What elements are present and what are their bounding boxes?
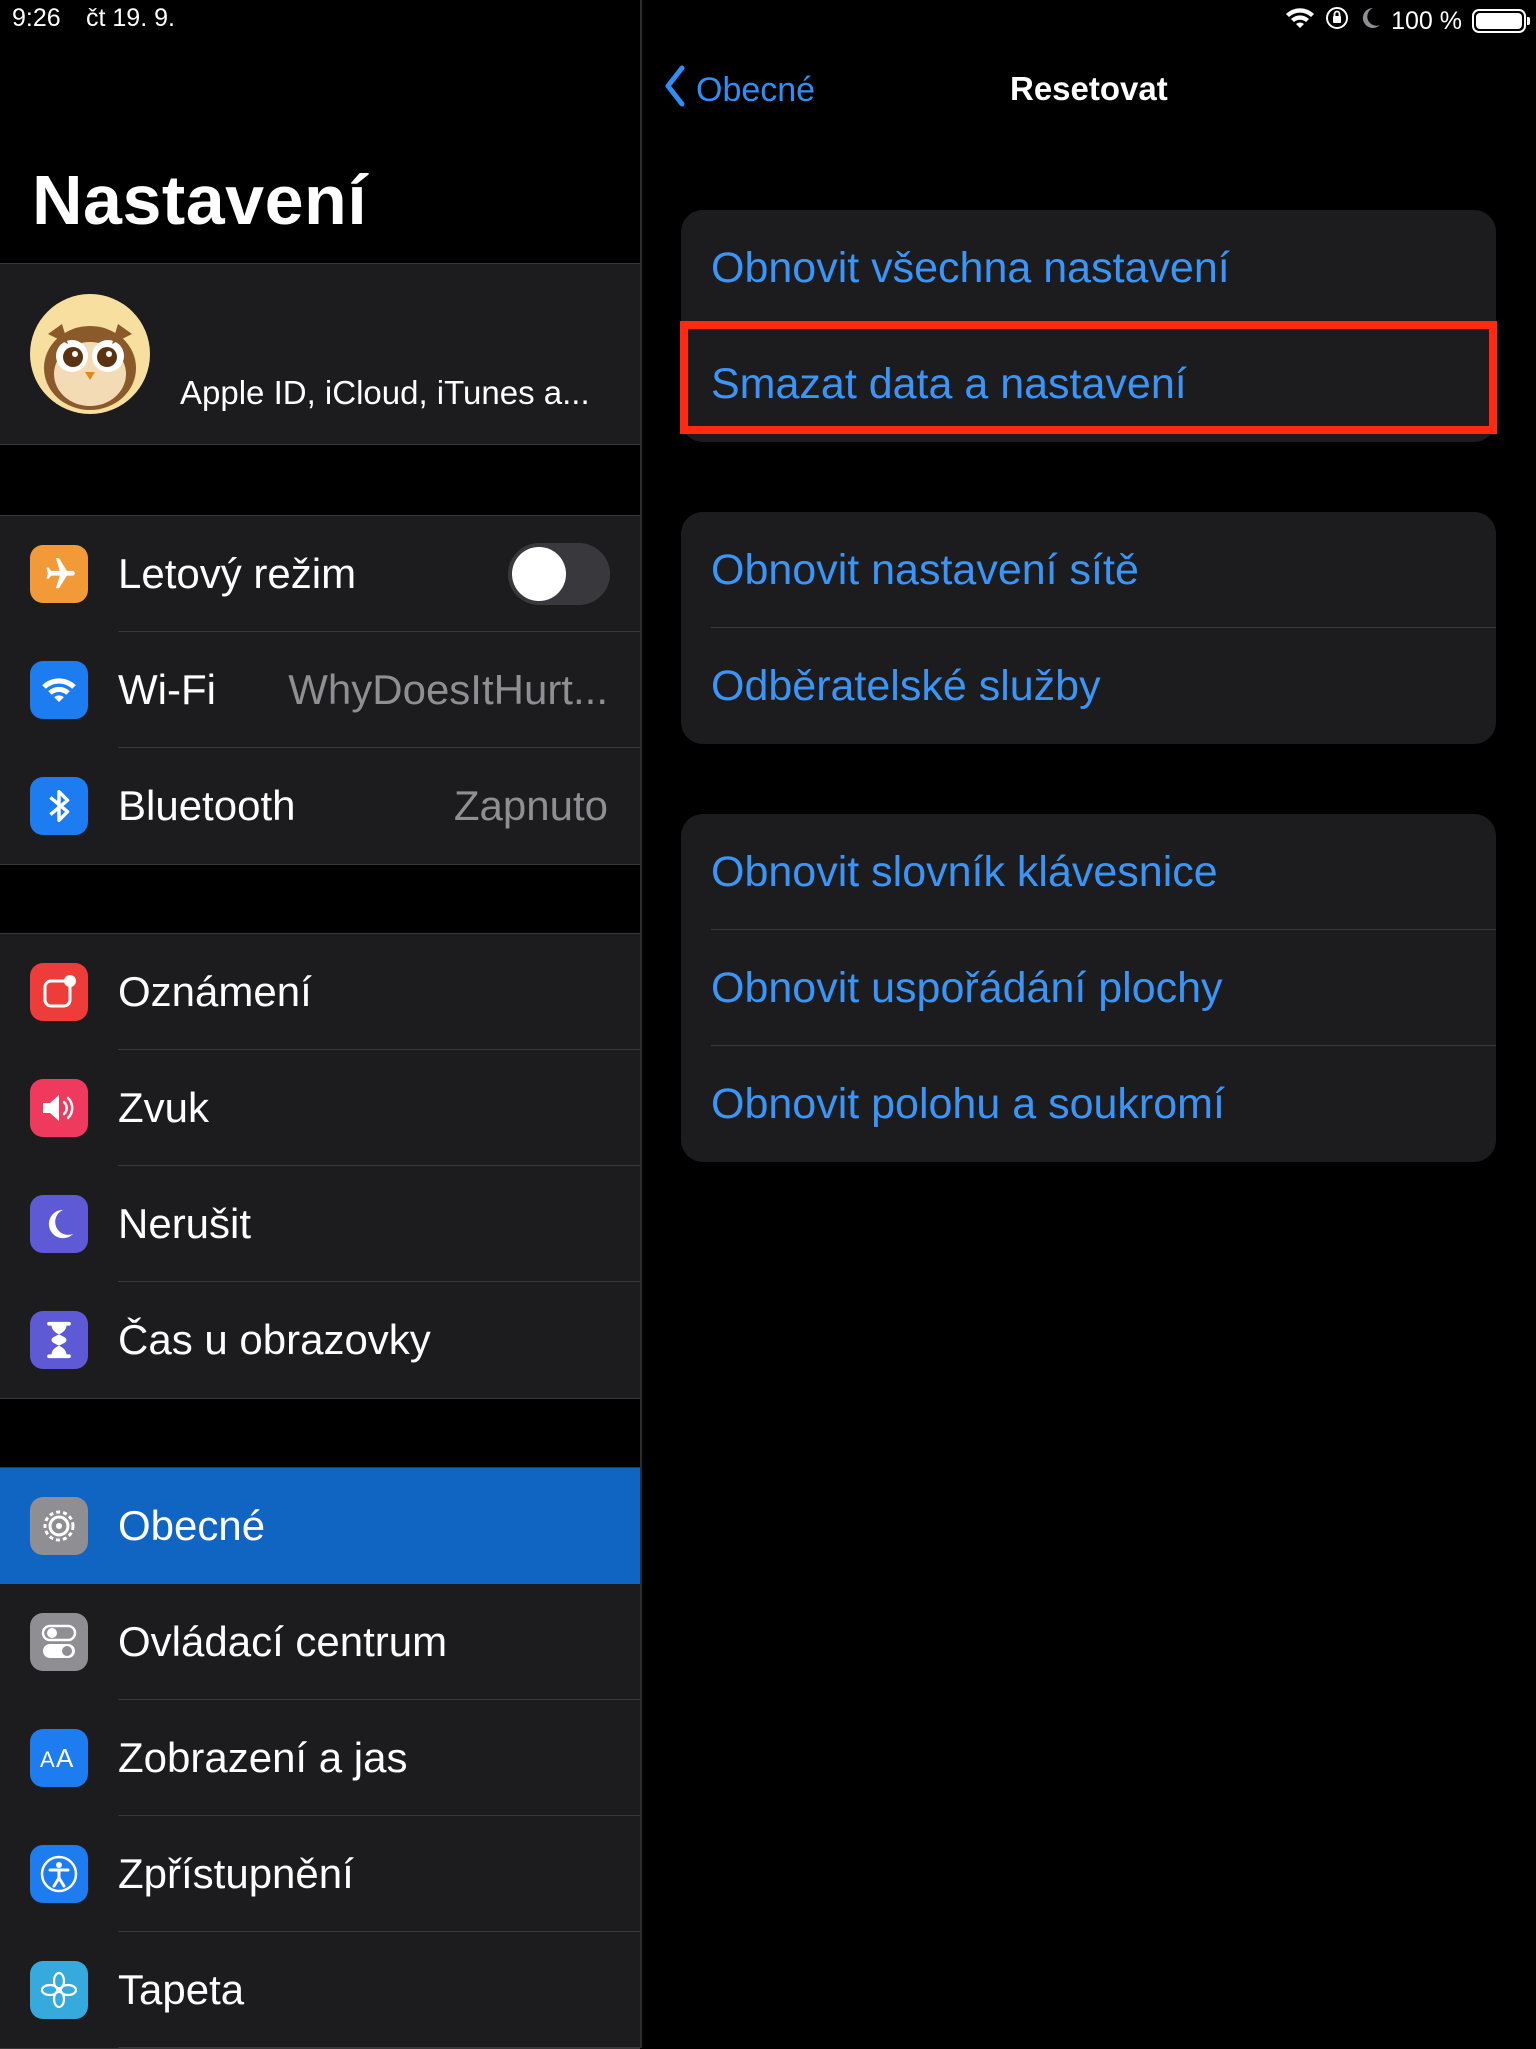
moon-icon [30, 1195, 88, 1253]
reset-group-3: Obnovit slovník klávesnice Obnovit uspoř… [681, 814, 1496, 1162]
reset-group-2: Obnovit nastavení sítě Odběratelské služ… [681, 512, 1496, 744]
back-button-label: Obecné [696, 70, 816, 109]
detail-title: Resetovat [1010, 70, 1168, 107]
airplane-mode-toggle[interactable] [508, 543, 610, 605]
sidebar-item-display-brightness[interactable]: AA Zobrazení a jas [0, 1700, 640, 1816]
battery-icon [1472, 9, 1530, 33]
sidebar-item-do-not-disturb[interactable]: Nerušit [0, 1166, 640, 1282]
svg-text:A: A [56, 1743, 74, 1773]
toggle-knob [512, 547, 566, 601]
sidebar-item-label: Obecné [118, 1502, 266, 1549]
reset-option-label: Obnovit uspořádání plochy [711, 963, 1223, 1012]
wifi-network-name: WhyDoesItHurt... [288, 666, 608, 713]
wifi-icon [30, 661, 88, 719]
bluetooth-status: Zapnuto [453, 782, 608, 829]
back-button[interactable]: Obecné [662, 64, 815, 116]
page-title: Nastavení [32, 161, 368, 239]
reset-option-label: Obnovit všechna nastavení [711, 243, 1230, 292]
sidebar-item-label: Zpřístupnění [118, 1850, 354, 1897]
subscriber-services-button[interactable]: Odběratelské služby [681, 628, 1496, 744]
sidebar-item-label: Tapeta [118, 1966, 245, 2013]
highlight-box [680, 321, 1497, 434]
apple-id-profile[interactable]: Apple ID, iCloud, iTunes a... [0, 263, 640, 445]
toggles-icon [30, 1613, 88, 1671]
status-indicators: 100 % [1285, 4, 1530, 38]
sidebar-item-wallpaper[interactable]: Tapeta [0, 1932, 640, 2048]
sidebar-item-label: Čas u obrazovky [118, 1316, 431, 1363]
reset-all-settings-button[interactable]: Obnovit všechna nastavení [681, 210, 1496, 326]
reset-location-privacy-button[interactable]: Obnovit polohu a soukromí [681, 1046, 1496, 1162]
sidebar-item-screen-time[interactable]: Čas u obrazovky [0, 1282, 640, 1398]
moon-icon [1359, 6, 1381, 37]
sidebar-item-label: Bluetooth [118, 782, 296, 829]
sidebar-item-label: Zvuk [118, 1084, 210, 1131]
sidebar-item-sound[interactable]: Zvuk [0, 1050, 640, 1166]
general-group: Obecné Ovládací centrum AA Zobrazení a j… [0, 1467, 640, 2049]
accessibility-icon [30, 1845, 88, 1903]
avatar [30, 294, 150, 414]
reset-option-label: Odběratelské služby [711, 661, 1101, 710]
sidebar-item-general[interactable]: Obecné [0, 1468, 640, 1584]
airplane-icon [30, 545, 88, 603]
sidebar-item-airplane-mode[interactable]: Letový režim [0, 516, 640, 632]
connectivity-group: Letový režim Wi-Fi WhyDoesItHurt... Blue… [0, 515, 640, 865]
profile-subtitle: Apple ID, iCloud, iTunes a... [180, 374, 590, 411]
orientation-lock-icon [1325, 6, 1349, 37]
pane-divider [640, 0, 642, 2048]
gear-icon [30, 1497, 88, 1555]
speaker-icon [30, 1079, 88, 1137]
sidebar-item-label: Zobrazení a jas [118, 1734, 408, 1781]
flower-icon [30, 1961, 88, 2019]
reset-option-label: Obnovit polohu a soukromí [711, 1079, 1225, 1128]
status-date: čt 19. 9. [86, 4, 175, 32]
sidebar-item-label: Letový režim [118, 550, 357, 597]
reset-option-label: Obnovit slovník klávesnice [711, 847, 1218, 896]
sidebar-item-label: Nerušit [118, 1200, 252, 1247]
sidebar-item-label: Ovládací centrum [118, 1618, 448, 1665]
notifications-icon [30, 963, 88, 1021]
reset-option-label: Obnovit nastavení sítě [711, 545, 1139, 594]
sidebar-item-label: Oznámení [118, 968, 312, 1015]
sidebar-item-bluetooth[interactable]: Bluetooth Zapnuto [0, 748, 640, 864]
bluetooth-icon [30, 777, 88, 835]
sidebar-item-accessibility[interactable]: Zpřístupnění [0, 1816, 640, 1932]
sidebar-item-notifications[interactable]: Oznámení [0, 934, 640, 1050]
sidebar-item-wifi[interactable]: Wi-Fi WhyDoesItHurt... [0, 632, 640, 748]
sidebar-item-control-center[interactable]: Ovládací centrum [0, 1584, 640, 1700]
text-size-icon: AA [30, 1729, 88, 1787]
status-time: 9:26 [12, 4, 61, 32]
sidebar-item-label: Wi-Fi [118, 666, 216, 713]
hourglass-icon [30, 1311, 88, 1369]
reset-keyboard-dictionary-button[interactable]: Obnovit slovník klávesnice [681, 814, 1496, 930]
svg-text:A: A [40, 1747, 55, 1772]
battery-percent: 100 % [1391, 6, 1462, 35]
chevron-left-icon [662, 64, 688, 117]
reset-network-settings-button[interactable]: Obnovit nastavení sítě [681, 512, 1496, 628]
reset-home-screen-layout-button[interactable]: Obnovit uspořádání plochy [681, 930, 1496, 1046]
wifi-icon [1285, 6, 1315, 37]
notifications-group: Oznámení Zvuk Nerušit Čas u obrazovky [0, 933, 640, 1399]
